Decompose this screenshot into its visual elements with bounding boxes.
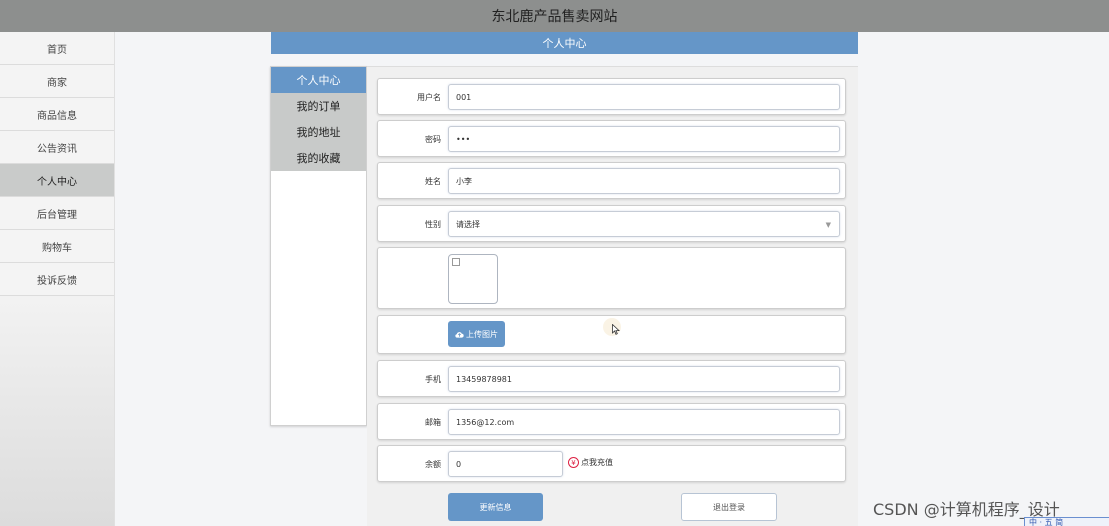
sidebar-item-admin[interactable]: 后台管理 — [0, 197, 114, 230]
sidebar-item-products[interactable]: 商品信息 — [0, 98, 114, 131]
mouse-cursor-icon — [612, 324, 620, 335]
email-label: 邮箱 — [425, 418, 441, 427]
menu-item-my-orders[interactable]: 我的订单 — [271, 93, 366, 119]
menu-item-my-address[interactable]: 我的地址 — [271, 119, 366, 145]
menu-item-my-favorites[interactable]: 我的收藏 — [271, 145, 366, 171]
upload-image-button[interactable]: 上传图片 — [448, 321, 505, 347]
form-row-phone: 手机 13459878981 — [377, 360, 846, 397]
username-label: 用户名 — [417, 93, 441, 102]
sidebar-item-news[interactable]: 公告资讯 — [0, 131, 114, 164]
gender-select[interactable]: 请选择 ▼ — [448, 211, 840, 237]
logout-button[interactable]: 退出登录 — [681, 493, 777, 521]
site-header: 东北鹿产品售卖网站 — [0, 0, 1109, 32]
password-label: 密码 — [425, 135, 441, 144]
update-info-button[interactable]: 更新信息 — [448, 493, 543, 521]
sidebar-item-cart[interactable]: 购物车 — [0, 230, 114, 263]
form-row-username: 用户名 001 — [377, 78, 846, 115]
email-input[interactable]: 1356@12.com — [448, 409, 840, 435]
form-row-balance: 余额 0 ¥ 点我充值 — [377, 445, 846, 482]
sidebar-nav: 首页 商家 商品信息 公告资讯 个人中心 后台管理 购物车 投诉反馈 — [0, 32, 115, 526]
ime-toolbar: 中 · 五 简 — [1024, 517, 1109, 526]
sidebar-item-feedback[interactable]: 投诉反馈 — [0, 263, 114, 296]
phone-label: 手机 — [425, 375, 441, 384]
username-input[interactable]: 001 — [448, 84, 840, 110]
section-title-bar: 个人中心 — [271, 32, 858, 54]
form-row-avatar — [377, 247, 846, 309]
yen-icon: ¥ — [568, 457, 579, 468]
section-title: 个人中心 — [542, 37, 587, 50]
sidebar-item-personal-center[interactable]: 个人中心 — [0, 164, 114, 197]
sidebar-item-merchants[interactable]: 商家 — [0, 65, 114, 98]
menu-item-personal-center[interactable]: 个人中心 — [271, 67, 366, 93]
name-label: 姓名 — [425, 177, 441, 186]
avatar-image-preview — [448, 254, 498, 304]
gender-label: 性别 — [425, 220, 441, 229]
form-row-password: 密码 ••• — [377, 120, 846, 157]
broken-image-icon — [452, 258, 460, 266]
form-row-name: 姓名 小李 — [377, 162, 846, 199]
chevron-down-icon: ▼ — [825, 221, 831, 229]
phone-input[interactable]: 13459878981 — [448, 366, 840, 392]
balance-label: 余额 — [425, 460, 441, 469]
sidebar-item-home[interactable]: 首页 — [0, 32, 114, 65]
cloud-upload-icon — [455, 331, 464, 338]
personal-menu: 个人中心 我的订单 我的地址 我的收藏 — [270, 66, 367, 426]
recharge-link[interactable]: ¥ 点我充值 — [568, 457, 613, 468]
name-input[interactable]: 小李 — [448, 168, 840, 194]
form-row-email: 邮箱 1356@12.com — [377, 403, 846, 440]
site-title: 东北鹿产品售卖网站 — [491, 9, 618, 25]
password-input[interactable]: ••• — [448, 126, 840, 152]
balance-input[interactable]: 0 — [448, 451, 563, 477]
form-row-gender: 性别 请选择 ▼ — [377, 205, 846, 242]
